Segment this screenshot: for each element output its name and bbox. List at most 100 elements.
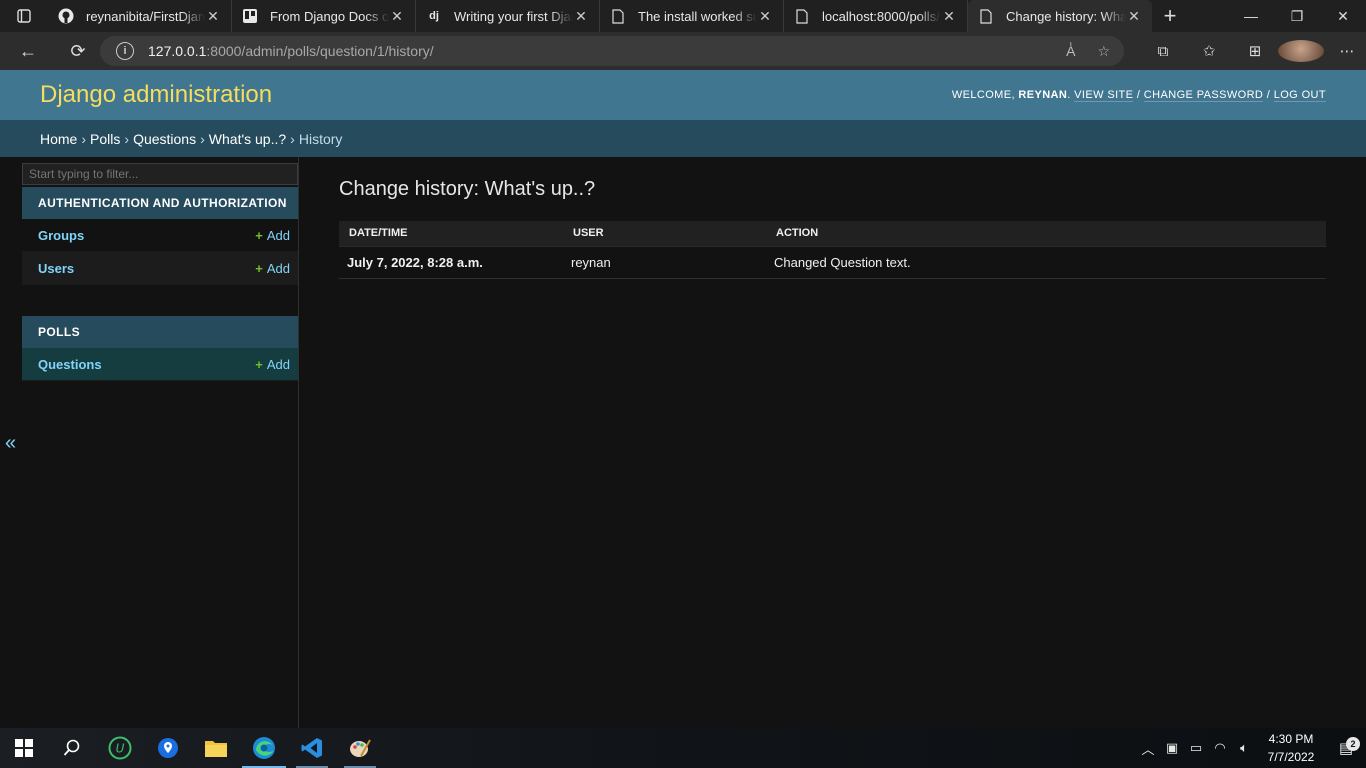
- column-header-action: ACTION: [766, 221, 1326, 247]
- username: REYNAN: [1018, 89, 1068, 101]
- paint-app-icon[interactable]: [336, 728, 384, 768]
- svg-text:U: U: [116, 742, 125, 756]
- add-users-button[interactable]: + Add: [255, 261, 290, 276]
- cell-user: reynan: [563, 246, 766, 279]
- add-questions-button[interactable]: + Add: [255, 357, 290, 372]
- vscode-icon[interactable]: [288, 728, 336, 768]
- clock[interactable]: 4:30 PM 7/7/2022: [1256, 730, 1326, 766]
- restore-icon[interactable]: ❐: [1274, 0, 1320, 32]
- tab-title: Change history: What's: [1006, 8, 1126, 24]
- model-link-questions[interactable]: Questions: [38, 357, 102, 372]
- close-icon[interactable]: ✕: [205, 8, 221, 25]
- meet-now-icon[interactable]: ▣: [1160, 740, 1184, 756]
- tab-actions-icon[interactable]: [0, 0, 48, 32]
- search-button[interactable]: [48, 728, 96, 768]
- view-site-link[interactable]: VIEW SITE: [1074, 89, 1134, 102]
- taskbar: U ︿ ▣ ▭ ◠ 🔈︎ 4:30 PM 7/7/2022 ▤ 2: [0, 728, 1366, 768]
- browser-tab[interactable]: localhost:8000/polls/ ✕: [784, 0, 968, 32]
- page-icon: [610, 8, 626, 24]
- clock-date: 7/7/2022: [1267, 750, 1315, 764]
- system-tray: ︿ ▣ ▭ ◠ 🔈︎ 4:30 PM 7/7/2022 ▤ 2: [1136, 728, 1366, 768]
- volume-icon[interactable]: 🔈︎: [1232, 740, 1256, 756]
- browser-tab[interactable]: From Django Docs on ✕: [232, 0, 416, 32]
- column-header-datetime: DATE/TIME: [339, 221, 563, 247]
- sidebar-item-questions: Questions + Add: [22, 348, 298, 381]
- browser-tab-active[interactable]: Change history: What's ✕: [968, 0, 1152, 32]
- change-password-link[interactable]: CHANGE PASSWORD: [1143, 89, 1264, 102]
- sidebar-item-groups: Groups + Add: [22, 219, 298, 252]
- edge-browser-icon[interactable]: [240, 728, 288, 768]
- breadcrumb-object[interactable]: What's up..?: [209, 131, 286, 147]
- browser-tab[interactable]: reynanibita/FirstDjango ✕: [48, 0, 232, 32]
- plus-icon: +: [255, 260, 263, 276]
- battery-icon[interactable]: ▭: [1184, 740, 1208, 756]
- upwork-app-icon[interactable]: U: [96, 728, 144, 768]
- welcome-text: WELCOME,: [951, 89, 1015, 101]
- breadcrumb-separator: ›: [124, 130, 130, 147]
- breadcrumb-home[interactable]: Home: [40, 131, 77, 147]
- profile-avatar[interactable]: [1278, 40, 1324, 62]
- module-auth: AUTHENTICATION AND AUTHORIZATION Groups …: [22, 187, 298, 285]
- file-explorer-icon[interactable]: [192, 728, 240, 768]
- url-field[interactable]: i 127.0.0.1:8000/admin/polls/question/1/…: [100, 36, 1124, 66]
- window-controls: — ❐ ✕: [1228, 0, 1366, 32]
- sidebar-filter-input[interactable]: [22, 163, 298, 185]
- plus-icon: +: [255, 356, 263, 372]
- extensions-icon[interactable]: ⧉: [1140, 43, 1186, 60]
- module-caption[interactable]: POLLS: [22, 316, 298, 348]
- plus-icon: +: [255, 227, 263, 243]
- tab-title: localhost:8000/polls/: [822, 8, 940, 24]
- breadcrumb-polls[interactable]: Polls: [90, 131, 120, 147]
- browser-tab-strip: reynanibita/FirstDjango ✕ From Django Do…: [0, 0, 1366, 32]
- browser-tab[interactable]: The install worked succ ✕: [600, 0, 784, 32]
- collections-icon[interactable]: ⊞: [1232, 42, 1278, 60]
- module-caption[interactable]: AUTHENTICATION AND AUTHORIZATION: [22, 187, 298, 219]
- column-header-user: USER: [563, 221, 766, 247]
- refresh-icon[interactable]: ⟳: [56, 32, 100, 70]
- table-header-row: DATE/TIME USER ACTION: [339, 221, 1326, 247]
- read-aloud-icon[interactable]: A̾: [1066, 43, 1075, 60]
- cell-datetime: July 7, 2022, 8:28 a.m.: [339, 246, 563, 279]
- model-link-users[interactable]: Users: [38, 261, 74, 276]
- start-button[interactable]: [0, 728, 48, 768]
- logout-link[interactable]: LOG OUT: [1273, 89, 1326, 102]
- table-row: July 7, 2022, 8:28 a.m. reynan Changed Q…: [339, 246, 1326, 279]
- close-icon[interactable]: ✕: [389, 8, 405, 25]
- nav-sidebar: AUTHENTICATION AND AUTHORIZATION Groups …: [22, 157, 299, 728]
- browser-tab[interactable]: dj Writing your first Django ✕: [416, 0, 600, 32]
- content-main: Change history: What's up..? DATE/TIME U…: [339, 157, 1326, 279]
- breadcrumb-separator: ›: [81, 130, 87, 147]
- separator: /: [1266, 89, 1271, 101]
- tab-title: The install worked succ: [638, 8, 757, 24]
- new-tab-button[interactable]: +: [1152, 3, 1188, 29]
- model-link-groups[interactable]: Groups: [38, 228, 84, 243]
- user-tools: WELCOME, REYNAN. VIEW SITE / CHANGE PASS…: [951, 89, 1326, 102]
- favorites-icon[interactable]: ✩: [1186, 42, 1232, 60]
- close-icon[interactable]: ✕: [941, 8, 957, 25]
- breadcrumb-current: History: [298, 130, 343, 147]
- chevron-up-icon[interactable]: ︿: [1136, 739, 1160, 758]
- maps-app-icon[interactable]: [144, 728, 192, 768]
- search-icon: [63, 739, 80, 756]
- page-icon: [794, 8, 810, 24]
- sidebar-item-users: Users + Add: [22, 252, 298, 285]
- info-icon[interactable]: i: [116, 42, 134, 60]
- close-icon[interactable]: ✕: [757, 8, 773, 25]
- notification-center-button[interactable]: ▤ 2: [1326, 737, 1366, 757]
- breadcrumb-questions[interactable]: Questions: [133, 131, 196, 147]
- wifi-icon[interactable]: ◠: [1208, 740, 1232, 756]
- history-table: DATE/TIME USER ACTION July 7, 2022, 8:28…: [339, 221, 1326, 279]
- close-icon[interactable]: ✕: [1126, 8, 1142, 25]
- admin-header: Django administration WELCOME, REYNAN. V…: [0, 70, 1366, 120]
- favorite-add-icon[interactable]: ☆: [1097, 43, 1110, 60]
- page-title: Change history: What's up..?: [339, 178, 596, 200]
- url-host: 127.0.0.1: [148, 43, 207, 59]
- close-icon[interactable]: ✕: [573, 8, 589, 25]
- add-groups-button[interactable]: + Add: [255, 228, 290, 243]
- toggle-sidebar-button[interactable]: «: [5, 432, 16, 455]
- site-name[interactable]: Django administration: [40, 81, 272, 109]
- close-window-icon[interactable]: ✕: [1320, 0, 1366, 32]
- minimize-icon[interactable]: —: [1228, 0, 1274, 32]
- more-menu-icon[interactable]: ⋯: [1324, 42, 1366, 60]
- back-icon[interactable]: ←: [0, 32, 56, 70]
